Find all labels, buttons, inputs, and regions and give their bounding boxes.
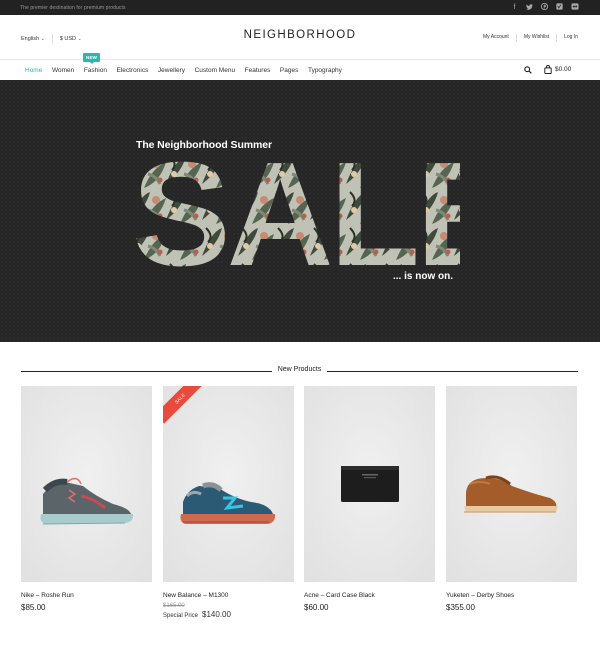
search-icon[interactable] bbox=[524, 66, 532, 74]
cart-total: $0.00 bbox=[555, 66, 572, 73]
account-links: My Account My Wishlist Log In bbox=[483, 34, 578, 42]
product-price: $355.00 bbox=[446, 603, 475, 612]
old-price: $165.00 bbox=[163, 603, 185, 609]
top-bar: The premier destination for premium prod… bbox=[0, 0, 600, 15]
special-price: Special Price $140.00 bbox=[163, 610, 294, 619]
my-wishlist-link[interactable]: My Wishlist bbox=[524, 34, 549, 42]
product-image[interactable] bbox=[446, 386, 577, 582]
hero-sale-graphic: SALE bbox=[132, 154, 460, 269]
special-price-label: Special Price bbox=[163, 613, 199, 619]
product-price: $85.00 bbox=[21, 603, 46, 612]
store-tagline: The premier destination for premium prod… bbox=[20, 4, 126, 11]
nav-menu: Home Women Fashion Electronics Jewellery… bbox=[25, 67, 352, 74]
nav-item-pages[interactable]: Pages bbox=[280, 67, 298, 74]
new-badge: NEW bbox=[83, 53, 101, 64]
special-price-value: $140.00 bbox=[202, 610, 231, 619]
nav-item-fashion[interactable]: Fashion bbox=[84, 67, 107, 74]
pinterest-icon[interactable] bbox=[540, 2, 549, 12]
sneaker-image bbox=[163, 386, 294, 582]
product-card[interactable]: Nike – Roshe Run $85.00 bbox=[21, 386, 152, 612]
log-in-link[interactable]: Log In bbox=[564, 34, 578, 42]
facebook-icon[interactable]: f bbox=[511, 4, 518, 11]
nav-item-custom-menu[interactable]: Custom Menu bbox=[195, 67, 235, 74]
product-price: $60.00 bbox=[304, 603, 329, 612]
product-image[interactable] bbox=[304, 386, 435, 582]
derby-shoe-image bbox=[446, 386, 577, 582]
main-nav: NEW Home Women Fashion Electronics Jewel… bbox=[0, 53, 600, 80]
product-name[interactable]: Nike – Roshe Run bbox=[21, 592, 152, 599]
product-image[interactable] bbox=[21, 386, 152, 582]
product-card[interactable]: Acne – Card Case Black $60.00 bbox=[304, 386, 435, 612]
divider bbox=[515, 34, 517, 42]
hero-subtitle: The Neighborhood Summer bbox=[136, 139, 272, 151]
twitter-icon[interactable] bbox=[526, 3, 533, 12]
product-name[interactable]: Yuketen – Derby Shoes bbox=[446, 592, 577, 599]
nav-item-women[interactable]: Women bbox=[52, 67, 74, 74]
sale-headline: SALE bbox=[132, 154, 460, 269]
product-name[interactable]: Acne – Card Case Black bbox=[304, 592, 435, 599]
my-account-link[interactable]: My Account bbox=[483, 34, 509, 42]
cart-button[interactable]: $0.00 bbox=[544, 65, 571, 74]
nav-item-jewellery[interactable]: Jewellery bbox=[158, 67, 185, 74]
nav-item-features[interactable]: Features bbox=[245, 67, 271, 74]
shopping-bag-icon bbox=[544, 65, 552, 74]
flickr-icon[interactable] bbox=[571, 3, 579, 12]
product-image[interactable]: SALE bbox=[163, 386, 294, 582]
section-title: New Products bbox=[271, 366, 328, 373]
sneaker-image bbox=[21, 386, 152, 582]
product-card[interactable]: SALE New Balance – M1300 $165.00 Special… bbox=[163, 386, 294, 619]
product-name[interactable]: New Balance – M1300 bbox=[163, 592, 294, 599]
nav-item-electronics[interactable]: Electronics bbox=[117, 67, 149, 74]
vimeo-icon[interactable] bbox=[556, 3, 563, 12]
hero-banner[interactable]: The Neighborhood Summer SALE ... is now … bbox=[0, 80, 600, 342]
card-case-image bbox=[304, 386, 435, 582]
divider bbox=[556, 34, 558, 42]
nav-item-typography[interactable]: Typography bbox=[308, 67, 342, 74]
social-links: f bbox=[511, 2, 579, 12]
hero-tagline: ... is now on. bbox=[393, 271, 453, 282]
product-card[interactable]: Yuketen – Derby Shoes $355.00 bbox=[446, 386, 577, 612]
new-products-heading: New Products bbox=[21, 365, 578, 377]
product-grid: Nike – Roshe Run $85.00 SALE New Balance… bbox=[21, 386, 578, 626]
nav-item-home[interactable]: Home bbox=[25, 67, 42, 74]
